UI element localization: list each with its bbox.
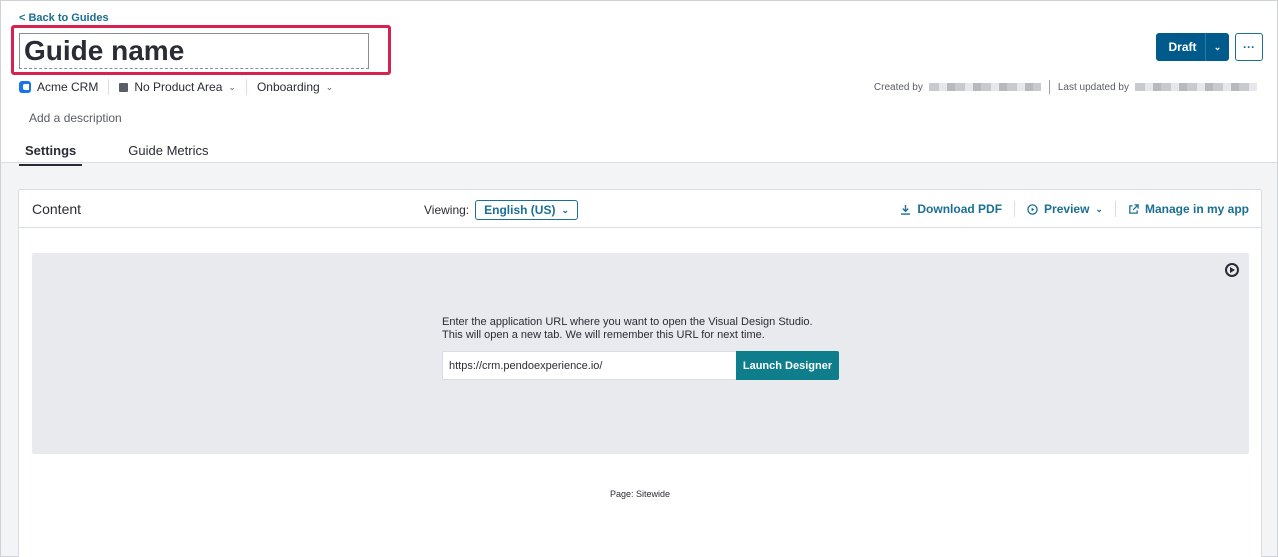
guide-tabs: Settings Guide Metrics <box>19 141 215 166</box>
product-area-dropdown[interactable]: No Product Area ⌄ <box>119 80 236 94</box>
group-label: Onboarding <box>256 80 320 94</box>
content-card-header: Content Viewing: English (US) ⌄ Download… <box>19 190 1261 228</box>
app-url-input[interactable] <box>442 351 737 380</box>
add-description-link[interactable]: Add a description <box>29 111 122 125</box>
app-name: Acme CRM <box>37 80 99 94</box>
status-label: Draft <box>1168 40 1197 54</box>
preview-dropdown[interactable]: Preview ⌄ <box>1027 202 1103 216</box>
group-dropdown[interactable]: Onboarding ⌄ <box>257 80 333 94</box>
designer-launch-area: Enter the application URL where you want… <box>32 253 1249 454</box>
divider <box>245 79 247 95</box>
manage-in-app-label: Manage in my app <box>1144 202 1249 216</box>
back-to-guides-link[interactable]: < Back to Guides <box>19 12 109 24</box>
app-logo-icon <box>19 81 31 93</box>
viewing-label: Viewing: <box>424 203 470 217</box>
status-dropdown-button[interactable]: Draft ⌄ <box>1156 33 1229 61</box>
preview-label: Preview <box>1044 202 1090 216</box>
play-circle-icon <box>1027 203 1038 215</box>
guide-header: < Back to Guides Acme CRM No Product Are… <box>1 1 1277 166</box>
guide-meta-row: Acme CRM No Product Area ⌄ Onboarding ⌄ <box>19 79 333 95</box>
download-icon <box>901 204 911 215</box>
chevron-down-icon: ⌄ <box>325 81 334 92</box>
more-options-button[interactable]: ··· <box>1235 33 1263 61</box>
created-by-redacted <box>928 83 1041 91</box>
instructions-line-2: This will open a new tab. We will rememb… <box>442 329 765 341</box>
content-actions: Download PDF Preview ⌄ Manage in my app <box>900 201 1249 217</box>
chevron-down-icon[interactable]: ⌄ <box>1205 33 1229 61</box>
product-area-icon <box>119 82 129 92</box>
download-pdf-label: Download PDF <box>917 202 1003 216</box>
manage-in-app-button[interactable]: Manage in my app <box>1128 202 1249 216</box>
instructions-line-1: Enter the application URL where you want… <box>442 316 813 328</box>
chevron-down-icon: ⌄ <box>561 204 570 215</box>
launch-designer-button[interactable]: Launch Designer <box>736 351 839 380</box>
created-info: Created by Last updated by <box>874 80 1257 94</box>
last-updated-label: Last updated by <box>1057 81 1129 93</box>
content-title: Content <box>32 201 82 217</box>
page-rule-label: Page: Sitewide <box>609 489 671 499</box>
product-area-label: No Product Area <box>134 80 223 94</box>
divider <box>1048 80 1050 94</box>
language-viewing: Viewing: English (US) ⌄ <box>424 200 579 220</box>
language-value: English (US) <box>484 203 556 217</box>
divider <box>1014 201 1016 217</box>
guide-name-input[interactable] <box>19 33 369 69</box>
app-selector[interactable]: Acme CRM <box>19 80 98 94</box>
download-pdf-button[interactable]: Download PDF <box>900 202 1002 216</box>
language-select[interactable]: English (US) ⌄ <box>475 200 579 220</box>
divider <box>1114 201 1116 217</box>
tab-settings[interactable]: Settings <box>19 141 83 166</box>
external-link-icon <box>1129 203 1139 214</box>
divider <box>108 79 110 95</box>
chevron-down-icon: ⌄ <box>1095 203 1103 214</box>
created-by-label: Created by <box>873 81 923 93</box>
play-circle-icon[interactable] <box>1225 263 1239 277</box>
tab-guide-metrics[interactable]: Guide Metrics <box>122 141 214 166</box>
chevron-down-icon: ⌄ <box>228 81 236 92</box>
launch-instructions: Enter the application URL where you want… <box>442 316 813 342</box>
content-card: Content Viewing: English (US) ⌄ Download… <box>18 189 1262 557</box>
last-updated-redacted <box>1135 83 1257 91</box>
